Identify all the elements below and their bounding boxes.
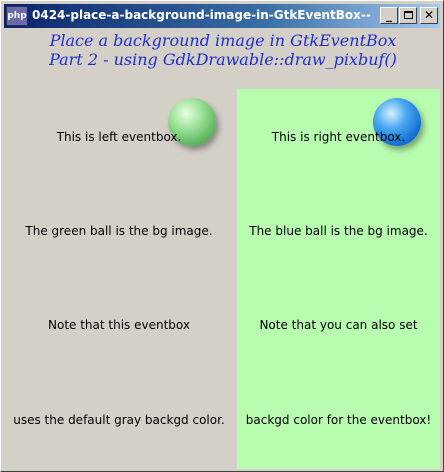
minimize-button[interactable]: _: [380, 7, 398, 24]
left-eventbox: This is left eventbox. The green ball is…: [1, 89, 237, 469]
right-eventbox: This is right eventbox. The blue ball is…: [237, 89, 440, 469]
heading-line-1: Place a background image in GtkEventBox: [49, 31, 397, 50]
heading-line-2: Part 2 - using GdkDrawable::draw_pixbuf(…: [49, 50, 397, 69]
right-line-1: This is right eventbox.: [271, 130, 406, 144]
title-bar[interactable]: php 0424-place-a-background-image-in-Gtk…: [4, 4, 440, 28]
right-line-3: Note that you can also set: [259, 318, 418, 332]
php-app-icon[interactable]: php: [6, 6, 28, 26]
app-window: php 0424-place-a-background-image-in-Gtk…: [0, 0, 444, 472]
left-line-1: This is left eventbox.: [56, 130, 182, 144]
page-heading: Place a background image in GtkEventBox …: [1, 31, 444, 69]
right-line-2: The blue ball is the bg image.: [249, 224, 428, 238]
maximize-button[interactable]: [399, 7, 417, 24]
right-line-4: backgd color for the eventbox!: [245, 413, 432, 427]
left-line-3: Note that this eventbox: [48, 318, 190, 332]
close-button[interactable]: ✕: [420, 7, 438, 24]
window-title: 0424-place-a-background-image-in-GtkEven…: [32, 8, 372, 22]
maximize-icon: [403, 11, 413, 19]
left-line-2: The green ball is the bg image.: [25, 224, 213, 238]
left-line-4: uses the default gray backgd color.: [13, 413, 225, 427]
